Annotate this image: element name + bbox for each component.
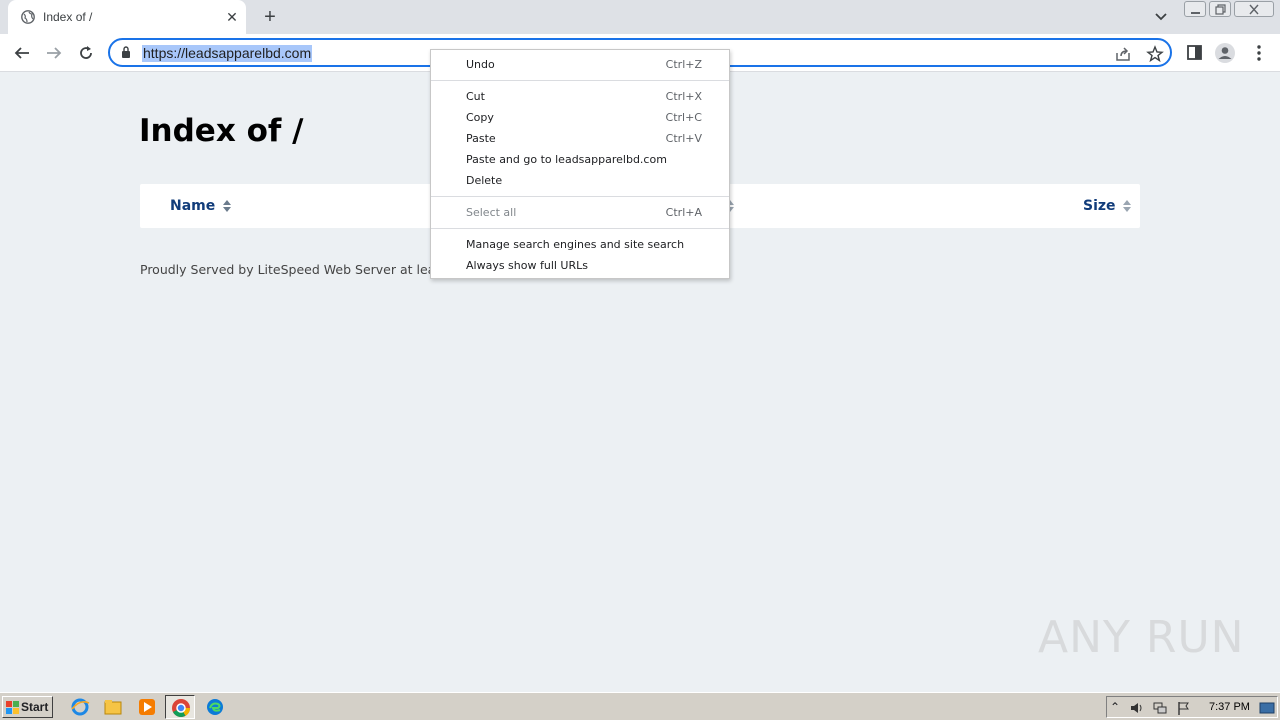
menu-separator xyxy=(431,228,729,229)
menu-item-label: Manage search engines and site search xyxy=(466,238,685,251)
volume-icon[interactable] xyxy=(1129,700,1145,716)
menu-item-shortcut: Ctrl+C xyxy=(665,111,702,124)
edge-icon[interactable] xyxy=(205,697,225,717)
menu-item-label: Copy xyxy=(466,111,494,124)
reload-icon xyxy=(80,46,92,59)
url-text[interactable]: https://leadsapparelbd.com xyxy=(142,45,313,62)
menu-separator xyxy=(431,196,729,197)
windows-logo-icon xyxy=(6,701,19,714)
media-player-icon[interactable] xyxy=(137,697,157,717)
menu-separator xyxy=(431,80,729,81)
new-tab-button[interactable]: + xyxy=(258,6,282,28)
close-window-button[interactable] xyxy=(1234,1,1274,17)
menu-item-label: Always show full URLs xyxy=(466,259,588,272)
menu-item-manage-search-engines[interactable]: Manage search engines and site search xyxy=(431,234,729,255)
server-footer: Proudly Served by LiteSpeed Web Server a… xyxy=(140,262,450,277)
start-label: Start xyxy=(21,700,49,714)
menu-item-delete[interactable]: Delete xyxy=(431,170,729,191)
menu-item-label: Delete xyxy=(466,174,503,187)
menu-item-shortcut: Ctrl+V xyxy=(665,132,702,145)
show-hidden-icons-icon[interactable]: ⌃ xyxy=(1110,700,1126,716)
side-panel-icon[interactable] xyxy=(1184,42,1206,64)
more-menu-icon[interactable] xyxy=(1248,42,1270,64)
close-tab-icon[interactable]: ✕ xyxy=(224,9,240,25)
tab-strip: Index of / ✕ + xyxy=(0,0,1280,34)
chrome-taskbar-button[interactable] xyxy=(165,695,195,719)
file-explorer-icon[interactable] xyxy=(103,697,123,717)
show-desktop-icon[interactable] xyxy=(1259,700,1275,716)
arrow-right-icon xyxy=(47,47,62,59)
menu-item-paste[interactable]: Paste Ctrl+V xyxy=(431,128,729,149)
minimize-icon xyxy=(1191,12,1200,14)
page-title: Index of / xyxy=(139,113,304,149)
column-header-name[interactable]: Name xyxy=(170,198,215,214)
column-header-size[interactable]: Size xyxy=(1083,198,1116,214)
internet-explorer-icon[interactable] xyxy=(70,697,90,717)
sort-icon[interactable] xyxy=(223,200,231,212)
menu-item-shortcut: Ctrl+Z xyxy=(665,58,702,71)
star-icon[interactable] xyxy=(1146,45,1164,63)
menu-item-always-show-full-urls[interactable]: Always show full URLs xyxy=(431,255,729,276)
browser-tab[interactable]: Index of / ✕ xyxy=(8,0,246,34)
menu-item-label: Cut xyxy=(466,90,485,103)
network-icon[interactable] xyxy=(1152,700,1168,716)
menu-item-paste-and-go[interactable]: Paste and go to leadsapparelbd.com xyxy=(431,149,729,170)
action-center-flag-icon[interactable] xyxy=(1176,700,1192,716)
globe-icon xyxy=(21,10,35,24)
menu-item-copy[interactable]: Copy Ctrl+C xyxy=(431,107,729,128)
chrome-icon xyxy=(172,699,190,717)
menu-item-select-all: Select all Ctrl+A xyxy=(431,202,729,223)
menu-item-label: Paste and go to leadsapparelbd.com xyxy=(466,153,667,166)
reload-button[interactable] xyxy=(74,41,98,65)
menu-item-undo[interactable]: Undo Ctrl+Z xyxy=(431,54,729,75)
arrow-left-icon xyxy=(14,47,29,59)
forward-button[interactable] xyxy=(42,41,66,65)
anyrun-watermark: ANY RUN xyxy=(1038,612,1245,663)
tab-title: Index of / xyxy=(43,10,93,24)
minimize-button[interactable] xyxy=(1184,1,1206,17)
system-tray: ⌃ 7:37 PM xyxy=(1106,696,1278,718)
sort-icon[interactable] xyxy=(1123,200,1131,212)
chevron-down-icon[interactable] xyxy=(1152,9,1170,25)
back-button[interactable] xyxy=(10,41,34,65)
restore-button[interactable] xyxy=(1209,1,1231,17)
close-icon xyxy=(1249,4,1259,15)
restore-icon xyxy=(1215,4,1226,15)
profile-avatar-icon[interactable] xyxy=(1214,42,1236,64)
menu-item-shortcut: Ctrl+X xyxy=(665,90,702,103)
menu-item-label: Paste xyxy=(466,132,496,145)
taskbar-clock[interactable]: 7:37 PM xyxy=(1209,701,1250,713)
taskbar: Start ⌃ 7:37 PM xyxy=(0,692,1280,720)
menu-item-cut[interactable]: Cut Ctrl+X xyxy=(431,86,729,107)
start-button[interactable]: Start xyxy=(2,696,53,718)
menu-item-label: Undo xyxy=(466,58,495,71)
menu-item-label: Select all xyxy=(466,206,517,219)
lock-icon[interactable] xyxy=(121,46,131,59)
menu-item-shortcut: Ctrl+A xyxy=(665,206,702,219)
context-menu: Undo Ctrl+Z Cut Ctrl+X Copy Ctrl+C Paste… xyxy=(430,49,730,279)
share-icon[interactable] xyxy=(1114,45,1132,63)
